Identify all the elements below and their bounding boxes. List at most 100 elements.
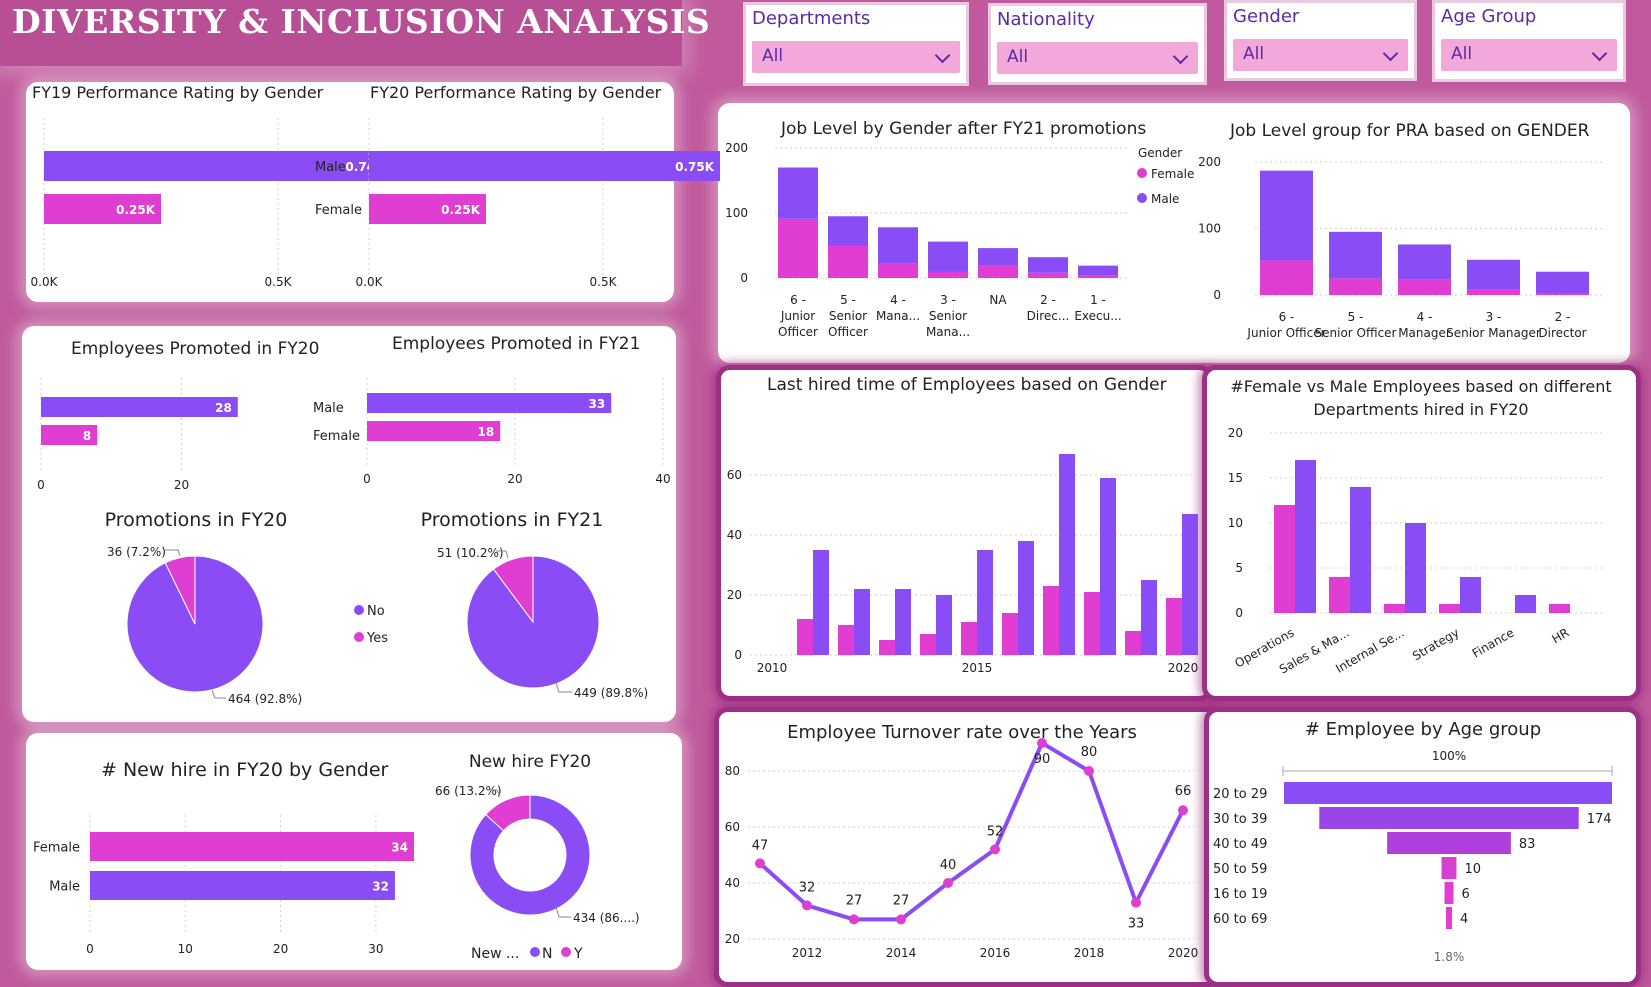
tick-label: 2012 <box>792 946 823 960</box>
chart-title: Job Level by Gender after FY21 promotion… <box>780 119 1146 139</box>
category-label: Strategy <box>1410 625 1462 663</box>
tick-label: 2018 <box>1074 946 1105 960</box>
bar-male <box>828 216 868 246</box>
tick-label: 5 <box>1235 561 1243 575</box>
data-label: 100% <box>1432 749 1466 763</box>
data-label: 18 <box>477 425 494 439</box>
legend-marker <box>530 947 540 957</box>
leader-line <box>211 689 226 699</box>
tick-label: 0 <box>734 648 742 662</box>
bar-male <box>1398 244 1451 280</box>
data-label: 33 <box>588 397 605 411</box>
bar-female <box>1166 598 1182 655</box>
tick-label: 0 <box>37 478 45 492</box>
legend-title: Gender <box>1138 146 1182 160</box>
data-label: 66 (13.2%) <box>435 784 502 798</box>
category-label: Finance <box>1470 625 1517 660</box>
category-label: Female <box>33 841 80 856</box>
data-label: 27 <box>893 893 910 908</box>
category-label: Male <box>49 880 80 895</box>
data-label: 28 <box>215 401 232 415</box>
category-label: 4 - <box>1417 310 1433 324</box>
bar-female <box>778 218 818 278</box>
tick-label: 0.0K <box>31 275 59 289</box>
bar-male <box>928 241 968 272</box>
bar-female <box>1329 278 1382 295</box>
tick-label: 0.0K <box>356 275 384 289</box>
bar-male <box>978 248 1018 265</box>
tick-label: 0.5K <box>265 275 293 289</box>
category-label: Officer <box>828 325 868 339</box>
bar-male <box>854 589 870 655</box>
category-label: 2 - <box>1555 310 1571 324</box>
tick-label: 80 <box>725 764 740 778</box>
category-label: 30 to 39 <box>1213 812 1267 827</box>
chart-title: Employees Promoted in FY20 <box>71 339 319 359</box>
category-label: 6 - <box>1279 310 1295 324</box>
legend-marker <box>354 605 364 615</box>
data-label: 51 (10.2%) <box>437 546 504 560</box>
tick-label: 200 <box>725 141 748 155</box>
legend-label: Yes <box>366 631 388 646</box>
bar-male <box>878 227 918 264</box>
data-label: 0.25K <box>441 203 481 217</box>
category-label: Mana... <box>926 325 970 339</box>
funnel-bar <box>1284 782 1612 804</box>
bar-female <box>838 625 854 655</box>
data-label: 80 <box>1081 745 1098 760</box>
tick-label: 60 <box>727 468 742 482</box>
tick-label: 40 <box>655 472 670 486</box>
bar-male <box>1018 541 1034 655</box>
data-point <box>1037 738 1047 748</box>
data-label: 174 <box>1587 812 1612 827</box>
bar-female <box>828 245 868 278</box>
data-point <box>896 914 906 925</box>
data-label: 90 <box>1034 752 1051 767</box>
data-label: 32 <box>372 880 389 894</box>
bar-female <box>1260 260 1313 295</box>
data-label: 36 (7.2%) <box>107 545 166 559</box>
chart-title: FY19 Performance Rating by Gender <box>32 83 324 102</box>
category-label: 4 - <box>890 293 906 307</box>
data-label: 6 <box>1461 887 1469 902</box>
bar <box>90 832 414 861</box>
data-label: 449 (89.8%) <box>574 686 648 700</box>
data-point <box>1178 805 1188 816</box>
tick-label: 40 <box>725 876 740 890</box>
bar-male <box>1467 259 1520 290</box>
chart-title: Employee Turnover rate over the Years <box>787 722 1137 743</box>
data-point <box>755 858 765 869</box>
bar-female <box>961 622 977 655</box>
category-label: Mana... <box>876 309 920 323</box>
category-label: Manager <box>1398 326 1451 340</box>
bar-male <box>1078 265 1118 276</box>
bar-female <box>1536 293 1589 295</box>
chart-title: # New hire in FY20 by Gender <box>101 759 389 781</box>
chart-title: Job Level group for PRA based on GENDER <box>1229 121 1590 141</box>
chart-title: New hire FY20 <box>469 752 591 772</box>
bar-female <box>920 634 936 655</box>
bar-female <box>1467 289 1520 295</box>
category-label: Male <box>315 160 346 175</box>
legend-label: Male <box>1151 192 1179 206</box>
legend-label: Y <box>573 946 583 962</box>
bar-female <box>978 265 1018 278</box>
turnover-line <box>758 741 1185 922</box>
data-label: 66 <box>1175 784 1192 799</box>
bar-male <box>895 589 911 655</box>
tick-label: 20 <box>507 472 522 486</box>
tick-label: 0.5K <box>590 275 618 289</box>
category-label: 6 - <box>790 293 806 307</box>
bar-female <box>1078 275 1118 278</box>
bar-female <box>879 640 895 655</box>
data-point <box>849 914 859 925</box>
bar-male <box>977 550 993 655</box>
category-label: 20 to 29 <box>1213 787 1267 802</box>
bar-male <box>1295 460 1316 613</box>
legend-label: Female <box>1151 167 1194 181</box>
bar-male <box>1059 454 1075 655</box>
funnel-bar <box>1319 807 1579 829</box>
tick-label: 20 <box>273 942 288 956</box>
leader-line <box>555 682 572 693</box>
funnel-bar <box>1444 882 1454 904</box>
